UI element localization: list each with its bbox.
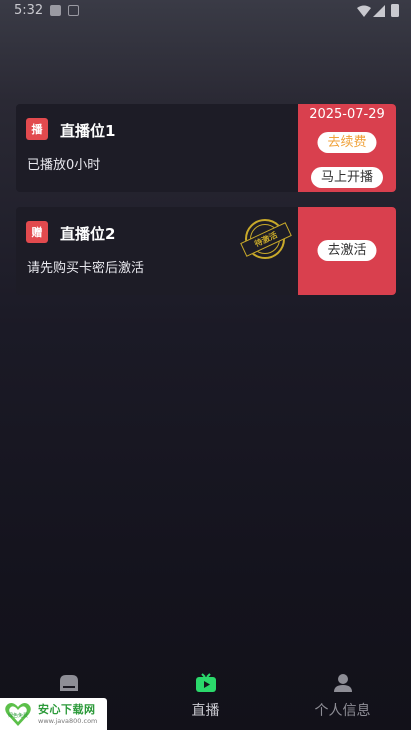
nav-label-live: 直播 (191, 703, 220, 719)
live-slot-card-2: 赠 直播位2 请先购买卡密后激活 待激活 去激活 (16, 207, 396, 295)
pending-activation-stamp: 待激活 (240, 219, 292, 259)
renew-button[interactable]: 去续费 (317, 132, 377, 153)
watermark-url: www.java800.com (38, 717, 98, 725)
status-bar: 5:32 (0, 0, 411, 24)
activate-button[interactable]: 去激活 (317, 240, 377, 261)
slot-action-panel: 去激活 (298, 207, 396, 295)
heart-logo-icon: 绿色免费 (5, 703, 31, 726)
watermark-title: 安心下载网 (38, 703, 96, 716)
slot-badge: 播 (26, 118, 48, 140)
wifi-icon (357, 5, 371, 17)
watermark-logo-text: 绿色免费 (8, 712, 28, 719)
user-icon (333, 674, 352, 692)
start-broadcast-button[interactable]: 马上开播 (310, 167, 384, 188)
live-slot-card-1: 播 直播位1 已播放0小时 2025-07-29 去续费 马上开播 (16, 104, 396, 192)
nav-item-profile[interactable]: 个人信息 (274, 665, 411, 725)
slot-title: 直播位2 (60, 225, 116, 243)
notification-icon (50, 5, 61, 16)
download-site-watermark: 绿色免费 安心下载网 www.java800.com (0, 698, 107, 730)
slot-badge: 赠 (26, 221, 48, 243)
home-icon (59, 675, 78, 691)
signal-icon (373, 5, 385, 17)
tv-play-icon (195, 673, 216, 692)
slot-status: 已播放0小时 (27, 158, 101, 173)
nav-item-live[interactable]: 直播 (137, 665, 274, 725)
stamp-text: 待激活 (240, 222, 292, 257)
slot-status: 请先购买卡密后激活 (27, 261, 145, 276)
nav-label-profile: 个人信息 (314, 703, 371, 719)
slot-title: 直播位1 (60, 122, 116, 140)
battery-icon (391, 4, 399, 17)
expiry-date: 2025-07-29 (309, 107, 385, 122)
screenshot-icon (68, 5, 79, 16)
slot-action-panel: 2025-07-29 去续费 马上开播 (298, 104, 396, 192)
status-time: 5:32 (14, 3, 44, 18)
